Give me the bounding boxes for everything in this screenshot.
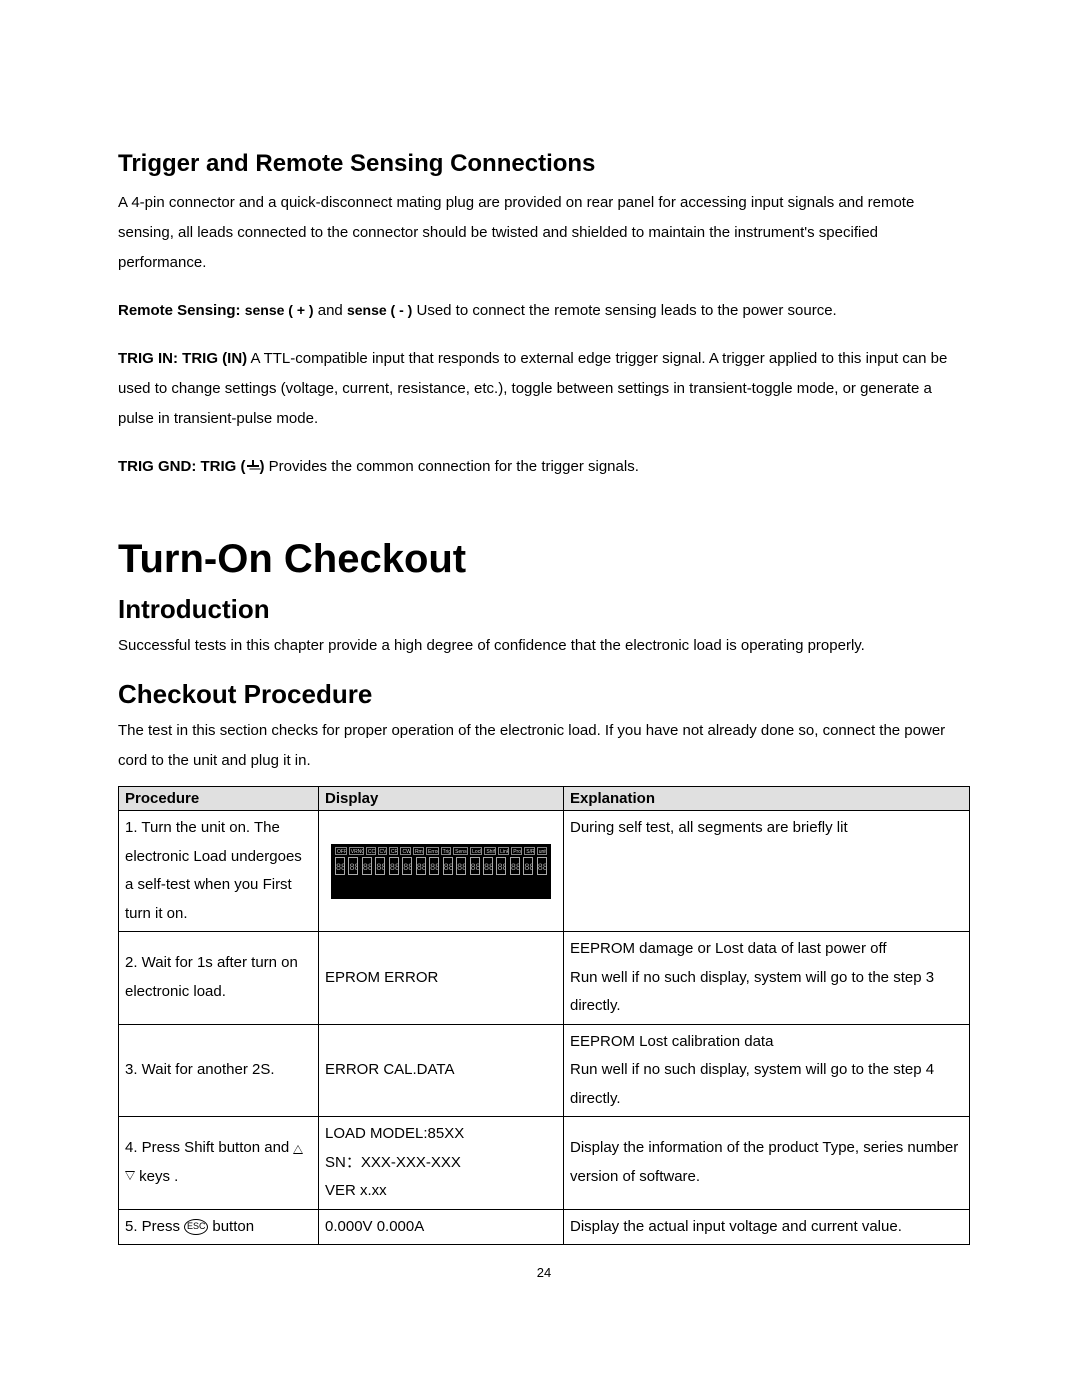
vfd-indicator: S/R — [524, 847, 534, 855]
vfd-indicator: Prot — [511, 847, 522, 855]
vfd-seg7-digit — [470, 857, 480, 875]
cell-proc-3: 3. Wait for another 2S. — [119, 1024, 319, 1117]
introduction-text: Successful tests in this chapter provide… — [118, 631, 970, 661]
cell-proc-4b: keys . — [139, 1168, 178, 1185]
document-page: Trigger and Remote Sensing Connections A… — [0, 0, 1080, 1340]
remote-and-text: and — [318, 302, 347, 319]
cell-exp-2: EEPROM damage or Lost data of last power… — [564, 932, 970, 1025]
cell-proc-4: 4. Press Shift button and keys . — [119, 1117, 319, 1210]
cell-proc-5: 5. Press ESC button — [119, 1209, 319, 1245]
vfd-seg7-digit — [416, 857, 426, 875]
sub-title-introduction: Introduction — [118, 594, 970, 625]
vfd-seg7-digit — [510, 857, 520, 875]
vfd-seg7-digit — [537, 857, 547, 875]
vfd-seg7-digit — [483, 857, 493, 875]
vfd-seg7-digit — [456, 857, 466, 875]
vfd-indicator: CW — [400, 847, 410, 855]
cell-disp-1: OFFVRNGCCCVCRCWRmtErrorTrigSenseLockShif… — [319, 811, 564, 932]
cell-exp-4: Display the information of the product T… — [564, 1117, 970, 1210]
vfd-indicator: Rmt — [413, 847, 424, 855]
trig-gnd-def: TRIG GND: TRIG () Provides the common co… — [118, 452, 970, 482]
vfd-indicator: Shift — [484, 847, 496, 855]
vfd-indicator: CR — [389, 847, 399, 855]
triangle-down-icon — [125, 1172, 135, 1181]
cell-disp-3: ERROR CAL.DATA — [319, 1024, 564, 1117]
vfd-seg7-digit — [429, 857, 439, 875]
vfd-indicator: Trig — [441, 847, 452, 855]
cell-disp-4: LOAD MODEL:85XXSN：XXX-XXX-XXXVER x.xx — [319, 1117, 564, 1210]
th-display: Display — [319, 787, 564, 811]
table-row: 4. Press Shift button and keys . LOAD MO… — [119, 1117, 970, 1210]
ground-symbol-icon — [246, 460, 260, 474]
trig-gnd-label: TRIG GND: TRIG () — [118, 458, 269, 475]
checkout-procedure-table: Procedure Display Explanation 1. Turn th… — [118, 786, 970, 1245]
vfd-indicator: Error — [426, 847, 439, 855]
cell-disp-2: EPROM ERROR — [319, 932, 564, 1025]
vfd-indicator-row: OFFVRNGCCCVCRCWRmtErrorTrigSenseLockShif… — [335, 847, 547, 855]
vfd-seg7-digit — [402, 857, 412, 875]
cell-exp-1: During self test, all segments are brief… — [564, 811, 970, 932]
trig-in-def: TRIG IN: TRIG (IN) A TTL-compatible inpu… — [118, 344, 970, 434]
checkout-procedure-text: The test in this section checks for prop… — [118, 716, 970, 776]
table-row: 5. Press ESC button 0.000V 0.000A Displa… — [119, 1209, 970, 1245]
cell-proc-2: 2. Wait for 1s after turn on electronic … — [119, 932, 319, 1025]
table-row: 3. Wait for another 2S. ERROR CAL.DATA E… — [119, 1024, 970, 1117]
vfd-seg7-digit — [496, 857, 506, 875]
vfd-seg7-digit — [362, 857, 372, 875]
vfd-indicator: Lock — [470, 847, 482, 855]
vfd-indicator: CC — [366, 847, 376, 855]
trig-in-label: TRIG IN: TRIG (IN) — [118, 350, 247, 367]
vfd-display-panel: OFFVRNGCCCVCRCWRmtErrorTrigSenseLockShif… — [331, 844, 551, 899]
vfd-seg7-digit — [443, 857, 453, 875]
page-number: 24 — [118, 1265, 970, 1280]
remote-sense-plus: sense ( + ) — [245, 302, 314, 318]
table-row: 1. Turn the unit on. The electronic Load… — [119, 811, 970, 932]
vfd-indicator: unit — [537, 847, 547, 855]
trig-gnd-label-a: TRIG GND: TRIG ( — [118, 458, 246, 475]
sub-title-checkout-procedure: Checkout Procedure — [118, 679, 970, 710]
vfd-seg7-digit — [523, 857, 533, 875]
vfd-indicator: OFF — [335, 847, 347, 855]
vfd-seg7-digit — [375, 857, 385, 875]
cell-exp-5: Display the actual input voltage and cur… — [564, 1209, 970, 1245]
remote-sensing-def: Remote Sensing: sense ( + ) and sense ( … — [118, 296, 970, 326]
th-procedure: Procedure — [119, 787, 319, 811]
remote-sense-minus: sense ( - ) — [347, 302, 412, 318]
esc-key-icon: ESC — [184, 1219, 208, 1235]
triangle-up-icon — [293, 1144, 303, 1153]
trig-gnd-text: Provides the common connection for the t… — [269, 458, 639, 475]
table-row: 2. Wait for 1s after turn on electronic … — [119, 932, 970, 1025]
main-title-turn-on-checkout: Turn-On Checkout — [118, 537, 970, 582]
vfd-segment-row — [335, 857, 547, 875]
vfd-seg7-digit — [348, 857, 358, 875]
section-title-trigger-remote: Trigger and Remote Sensing Connections — [118, 150, 970, 178]
remote-sensing-text: Used to connect the remote sensing leads… — [416, 302, 836, 319]
cell-exp-3: EEPROM Lost calibration dataRun well if … — [564, 1024, 970, 1117]
vfd-seg7-digit — [335, 857, 345, 875]
cell-proc-5b: button — [212, 1218, 254, 1235]
table-header-row: Procedure Display Explanation — [119, 787, 970, 811]
trig-gnd-label-b: ) — [260, 458, 265, 475]
vfd-indicator: CV — [378, 847, 387, 855]
cell-disp-5: 0.000V 0.000A — [319, 1209, 564, 1245]
cell-proc-4a: 4. Press Shift button and — [125, 1139, 293, 1156]
vfd-indicator: Link — [498, 847, 509, 855]
cell-proc-1: 1. Turn the unit on. The electronic Load… — [119, 811, 319, 932]
th-explanation: Explanation — [564, 787, 970, 811]
vfd-seg7-digit — [389, 857, 399, 875]
vfd-indicator: Sense — [453, 847, 468, 855]
cell-proc-5a: 5. Press — [125, 1218, 184, 1235]
vfd-indicator: VRNG — [349, 847, 364, 855]
remote-sensing-label: Remote Sensing: — [118, 302, 241, 319]
trigger-remote-intro: A 4-pin connector and a quick-disconnect… — [118, 188, 970, 278]
